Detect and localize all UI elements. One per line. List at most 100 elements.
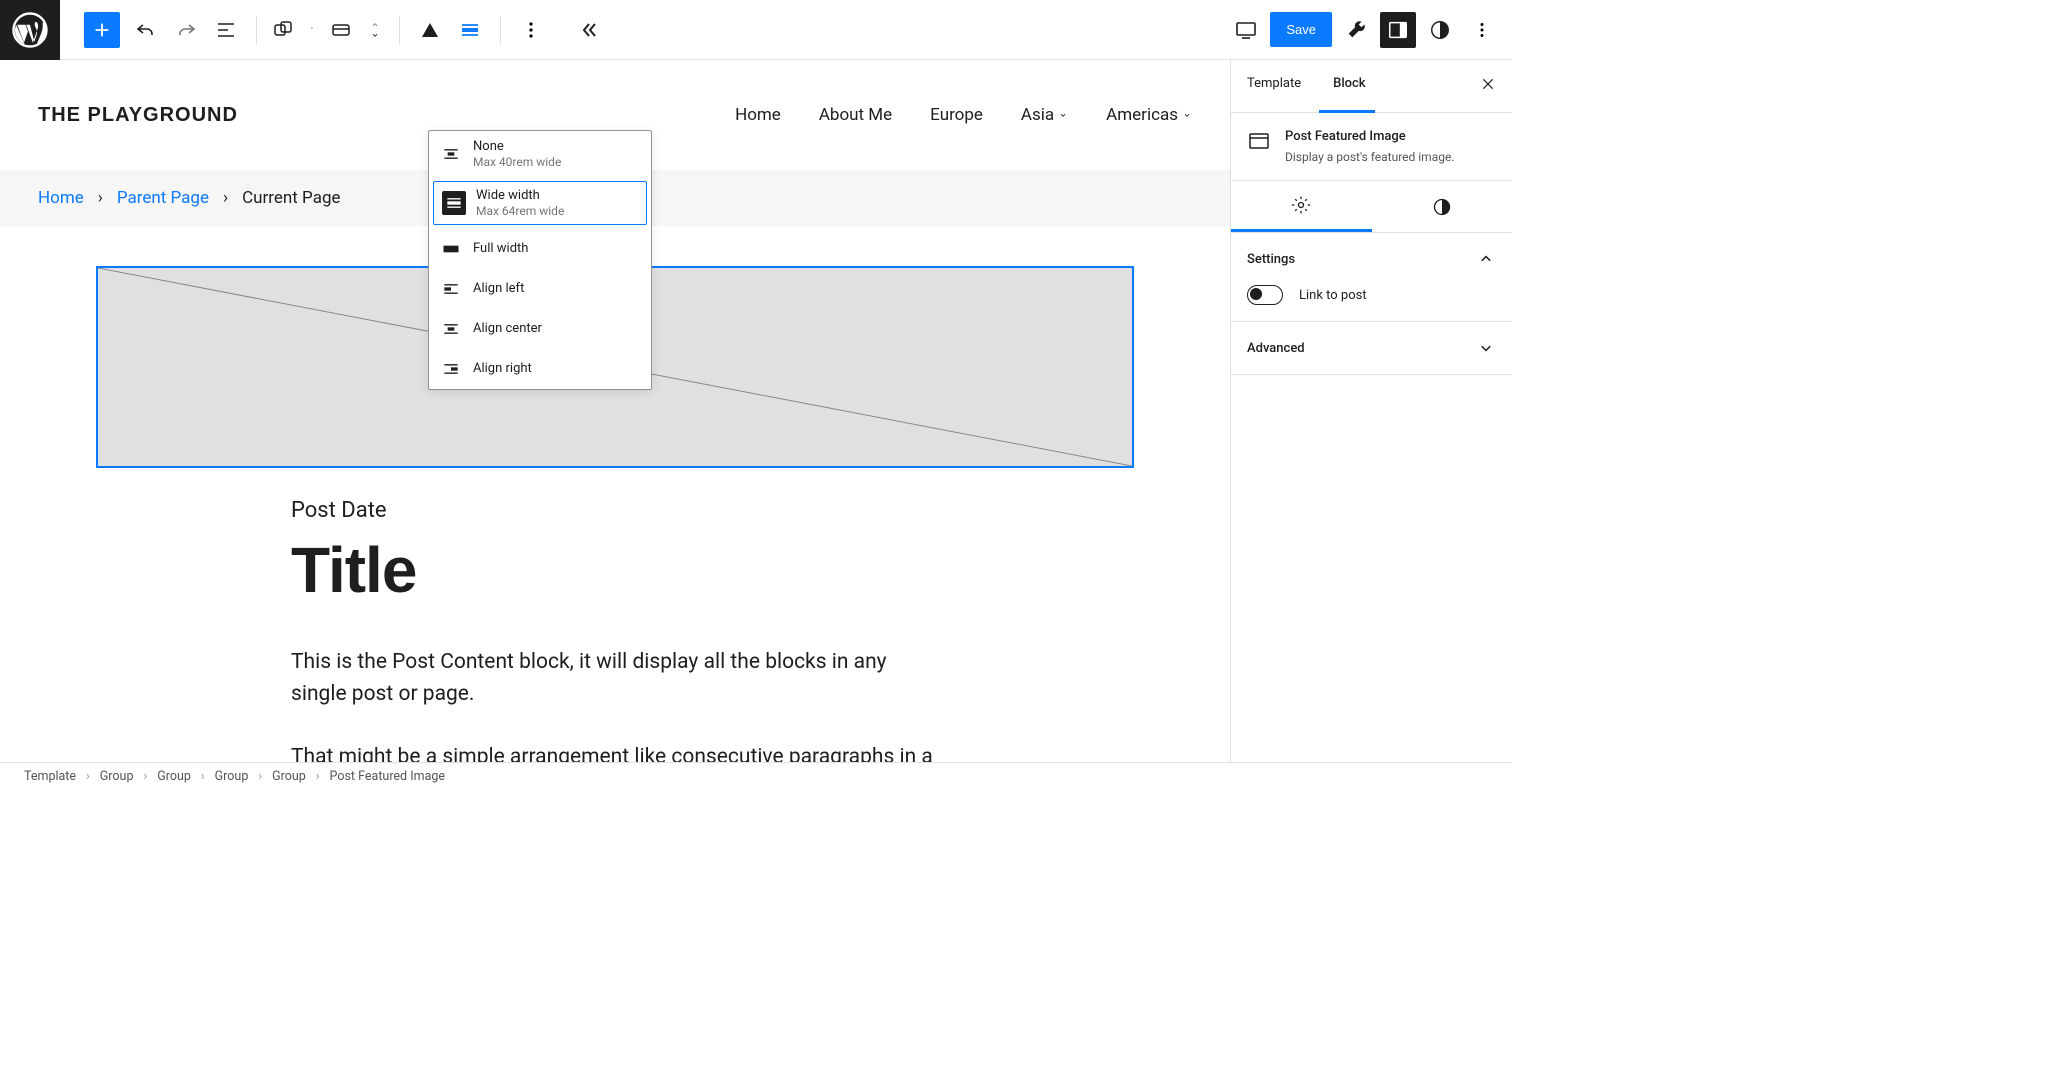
chevrons-left-icon: [577, 18, 601, 42]
tab-template[interactable]: Template: [1231, 60, 1317, 112]
redo-button[interactable]: [168, 12, 204, 48]
site-title[interactable]: THE PLAYGROUND: [38, 104, 238, 127]
contrast-icon: [1429, 19, 1451, 41]
crumb[interactable]: Group: [100, 769, 134, 784]
crumb[interactable]: Group: [272, 769, 306, 784]
nav-item-about[interactable]: About Me: [819, 105, 892, 125]
post-title-block[interactable]: Title: [291, 533, 939, 607]
settings-panel-header[interactable]: Settings: [1231, 233, 1512, 285]
toolbar-separator: [256, 16, 257, 44]
align-option-left[interactable]: Align left: [429, 269, 651, 309]
select-parent-button[interactable]: [323, 12, 359, 48]
tab-block[interactable]: Block: [1317, 60, 1381, 112]
align-wide-icon: [458, 18, 482, 42]
align-popover: NoneMax 40rem wide Wide widthMax 64rem w…: [428, 130, 652, 390]
breadcrumb-home[interactable]: Home: [38, 188, 84, 208]
close-sidebar-button[interactable]: [1464, 60, 1512, 112]
align-right-icon: [441, 359, 461, 379]
chevron-up-icon: [1476, 249, 1496, 269]
crumb[interactable]: Post Featured Image: [330, 769, 445, 784]
align-option-full[interactable]: Full width: [429, 229, 651, 269]
editor-top-bar: · Save: [0, 0, 1512, 60]
nav-item-americas[interactable]: Americas: [1106, 105, 1192, 125]
align-option-center[interactable]: Align center: [429, 309, 651, 349]
crumb[interactable]: Group: [157, 769, 191, 784]
view-button[interactable]: [1228, 12, 1264, 48]
align-center-icon: [441, 319, 461, 339]
parent-icon: [329, 18, 353, 42]
align-left-icon: [441, 279, 461, 299]
inspector-tab-settings[interactable]: [1231, 181, 1372, 232]
align-option-wide[interactable]: Wide widthMax 64rem wide: [433, 181, 647, 225]
nav-menu: Home About Me Europe Asia Americas: [735, 105, 1192, 125]
triangle-icon: [418, 18, 442, 42]
contrast-icon: [1432, 197, 1452, 217]
chevron-down-icon: [1182, 110, 1192, 120]
crumb[interactable]: Group: [215, 769, 249, 784]
post-date-block[interactable]: Post Date: [291, 498, 939, 523]
align-full-icon: [441, 239, 461, 259]
more-vertical-icon: [1471, 19, 1493, 41]
paragraph: This is the Post Content block, it will …: [291, 647, 939, 710]
link-to-post-row: Link to post: [1231, 285, 1512, 322]
wrench-icon: [1345, 19, 1367, 41]
tools-button[interactable]: [1338, 12, 1374, 48]
drag-handle[interactable]: ·: [305, 12, 319, 48]
document-overview-button[interactable]: [208, 12, 244, 48]
block-card: Post Featured Image Display a post's fea…: [1231, 113, 1512, 181]
align-button[interactable]: [452, 12, 488, 48]
options-button[interactable]: [1464, 12, 1500, 48]
wordpress-logo-button[interactable]: [0, 0, 60, 60]
block-inserter-button[interactable]: [84, 12, 120, 48]
undo-icon: [134, 18, 158, 42]
sidebar-tabs: Template Block: [1231, 60, 1512, 113]
post-content-block[interactable]: This is the Post Content block, it will …: [291, 647, 939, 762]
desktop-icon: [1234, 18, 1258, 42]
block-type-button[interactable]: [265, 12, 301, 48]
chevron-right-icon: ›: [223, 188, 228, 208]
group-icon: [271, 18, 295, 42]
styles-button[interactable]: [1422, 12, 1458, 48]
inspector-tabs: [1231, 181, 1512, 233]
more-vertical-icon: [519, 18, 543, 42]
align-wide-icon: [444, 193, 464, 213]
block-options-button[interactable]: [513, 12, 549, 48]
nav-item-europe[interactable]: Europe: [930, 105, 983, 125]
link-to-post-toggle[interactable]: [1247, 285, 1283, 305]
block-name: Post Featured Image: [1285, 129, 1455, 144]
nav-item-home[interactable]: Home: [735, 105, 781, 125]
wordpress-icon: [12, 12, 48, 48]
chevron-down-icon: [1476, 338, 1496, 358]
list-view-icon: [214, 18, 238, 42]
move-down-button[interactable]: [367, 30, 383, 40]
toolbar-separator: [399, 16, 400, 44]
nav-item-asia[interactable]: Asia: [1021, 105, 1068, 125]
block-description: Display a post's featured image.: [1285, 150, 1455, 164]
chevron-right-icon: ›: [98, 188, 103, 208]
block-breadcrumb: Template› Group› Group› Group› Group› Po…: [0, 762, 1512, 790]
collapse-toolbar-button[interactable]: [571, 12, 607, 48]
aspect-ratio-button[interactable]: [412, 12, 448, 48]
move-up-button[interactable]: [367, 20, 383, 30]
workspace: THE PLAYGROUND Home About Me Europe Asia…: [0, 60, 1512, 762]
gear-icon: [1291, 195, 1311, 215]
sidebar-icon: [1387, 19, 1409, 41]
align-none-icon: [441, 144, 461, 164]
close-icon: [1480, 76, 1496, 92]
plus-icon: [91, 19, 113, 41]
settings-sidebar-button[interactable]: [1380, 12, 1416, 48]
align-option-right[interactable]: Align right: [429, 349, 651, 389]
paragraph: That might be a simple arrangement like …: [291, 742, 939, 762]
breadcrumb-current: Current Page: [242, 188, 340, 208]
save-button[interactable]: Save: [1270, 12, 1332, 47]
inspector-tab-styles[interactable]: [1372, 181, 1513, 232]
canvas: THE PLAYGROUND Home About Me Europe Asia…: [0, 60, 1230, 762]
advanced-panel-header[interactable]: Advanced: [1231, 322, 1512, 375]
align-option-none[interactable]: NoneMax 40rem wide: [429, 131, 651, 177]
toolbar-separator: [500, 16, 501, 44]
crumb[interactable]: Template: [24, 769, 76, 784]
featured-image-icon: [1247, 129, 1271, 153]
undo-button[interactable]: [128, 12, 164, 48]
breadcrumb-parent[interactable]: Parent Page: [117, 188, 209, 208]
redo-icon: [174, 18, 198, 42]
